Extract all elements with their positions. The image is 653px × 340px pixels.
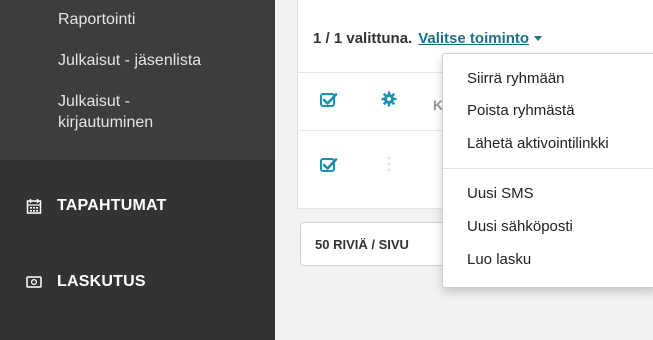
gear-icon[interactable]	[381, 91, 397, 107]
rows-per-page-button[interactable]: 50 RIVIÄ / SIVU	[300, 222, 445, 266]
sidebar-subitem-raportointi[interactable]: Raportointi	[58, 9, 135, 30]
chevron-down-icon[interactable]	[534, 36, 543, 41]
sidebar-subitem-julkaisut-kirjautuminen[interactable]: Julkaisut - kirjautuminen	[58, 91, 153, 133]
calendar-icon	[26, 199, 42, 214]
sidebar-subitem-label-line2: kirjautuminen	[58, 114, 154, 131]
rows-per-page-label: 50 RIVIÄ / SIVU	[315, 236, 409, 252]
sidebar-item-label: LASKUTUS	[57, 273, 146, 290]
sidebar-subitem-label-line1: Julkaisut -	[58, 93, 131, 110]
selection-summary: 1 / 1 valittuna. Valitse toiminto	[313, 30, 543, 47]
menu-item-new-sms[interactable]: Uusi SMS	[467, 185, 534, 202]
selection-count: 1 / 1 valittuna.	[313, 30, 413, 47]
sidebar-subitem-julkaisut-jasenlista[interactable]: Julkaisut - jäsenlista	[58, 50, 201, 71]
select-all-checkbox-icon[interactable]	[320, 92, 338, 108]
sidebar: Raportointi Julkaisut - jäsenlista Julka…	[0, 0, 275, 340]
sidebar-item-tapahtumat[interactable]: TAPAHTUMAT	[26, 194, 167, 218]
menu-item-remove-from-group[interactable]: Poista ryhmästä	[467, 102, 575, 119]
menu-item-move-to-group[interactable]: Siirrä ryhmään	[467, 70, 565, 87]
sidebar-submenu: Raportointi Julkaisut - jäsenlista Julka…	[0, 0, 275, 160]
sidebar-item-label: TAPAHTUMAT	[57, 197, 167, 214]
menu-item-create-invoice[interactable]: Luo lasku	[467, 251, 531, 268]
row-menu-dots-icon[interactable]	[387, 155, 391, 173]
menu-divider	[443, 168, 653, 169]
row-checkbox-icon[interactable]	[320, 157, 338, 173]
action-dropdown-menu: Siirrä ryhmään Poista ryhmästä Lähetä ak…	[442, 53, 653, 288]
invoice-icon	[26, 276, 42, 288]
menu-item-send-activation-link[interactable]: Lähetä aktivointilinkki	[467, 135, 609, 152]
choose-action-dropdown-toggle[interactable]: Valitse toiminto	[418, 30, 529, 47]
sidebar-item-laskutus[interactable]: LASKUTUS	[26, 270, 146, 294]
menu-item-new-email[interactable]: Uusi sähköposti	[467, 218, 573, 235]
